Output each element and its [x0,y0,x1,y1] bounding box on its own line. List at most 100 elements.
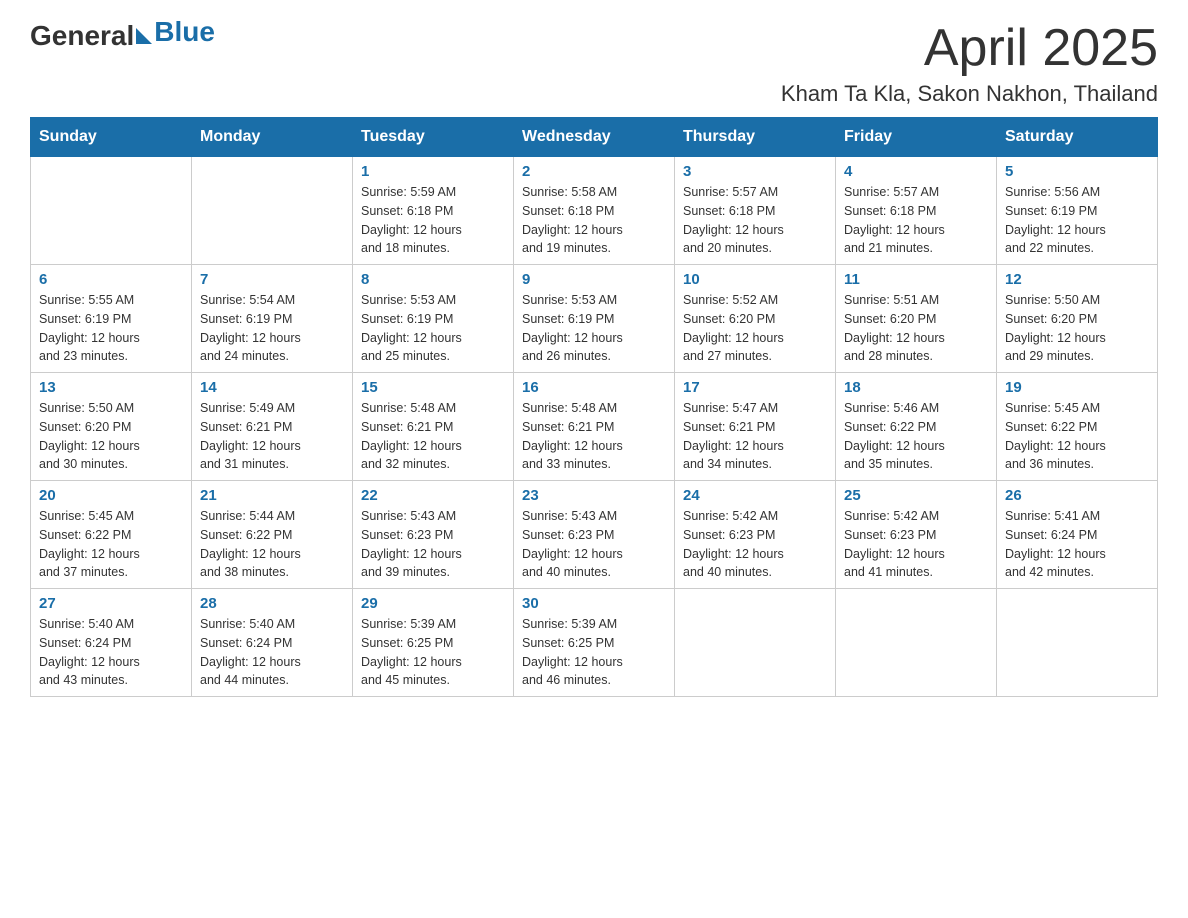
day-number: 9 [522,271,666,288]
calendar-cell: 23 Sunrise: 5:43 AM Sunset: 6:23 PM Dayli… [514,481,675,589]
day-info: Sunrise: 5:45 AM Sunset: 6:22 PM Dayligh… [1005,399,1149,474]
title-block: April 2025 Kham Ta Kla, Sakon Nakhon, Th… [781,20,1158,107]
calendar-cell [31,157,192,265]
logo-general-text: General [30,20,134,52]
calendar-cell: 12 Sunrise: 5:50 AM Sunset: 6:20 PM Dayli… [997,265,1158,373]
day-number: 16 [522,379,666,396]
day-number: 13 [39,379,183,396]
calendar-week-row: 13Sunrise: 5:50 AM Sunset: 6:20 PM Dayli… [31,373,1158,481]
day-number: 5 [1005,163,1149,180]
day-info: Sunrise: 5:43 AM Sunset: 6:23 PM Dayligh… [361,507,505,582]
day-number: 2 [522,163,666,180]
day-number: 15 [361,379,505,396]
day-info: Sunrise: 5:39 AM Sunset: 6:25 PM Dayligh… [522,615,666,690]
calendar-cell [997,589,1158,697]
calendar-cell: 20 Sunrise: 5:45 AM Sunset: 6:22 PM Dayli… [31,481,192,589]
day-number: 11 [844,271,988,288]
day-number: 6 [39,271,183,288]
calendar-cell: 2 Sunrise: 5:58 AM Sunset: 6:18 PM Daylig… [514,157,675,265]
day-number: 26 [1005,487,1149,504]
day-info: Sunrise: 5:48 AM Sunset: 6:21 PM Dayligh… [361,399,505,474]
calendar-cell: 22 Sunrise: 5:43 AM Sunset: 6:23 PM Dayli… [353,481,514,589]
weekday-header-friday: Friday [836,118,997,157]
calendar-cell: 8 Sunrise: 5:53 AM Sunset: 6:19 PM Daylig… [353,265,514,373]
logo-blue-text: Blue [154,16,215,48]
calendar-cell: 10 Sunrise: 5:52 AM Sunset: 6:20 PM Dayli… [675,265,836,373]
weekday-header-saturday: Saturday [997,118,1158,157]
day-info: Sunrise: 5:52 AM Sunset: 6:20 PM Dayligh… [683,291,827,366]
calendar-cell: 26 Sunrise: 5:41 AM Sunset: 6:24 PM Dayli… [997,481,1158,589]
day-info: Sunrise: 5:47 AM Sunset: 6:21 PM Dayligh… [683,399,827,474]
calendar-cell: 11 Sunrise: 5:51 AM Sunset: 6:20 PM Dayli… [836,265,997,373]
calendar-cell: 3 Sunrise: 5:57 AM Sunset: 6:18 PM Daylig… [675,157,836,265]
day-info: Sunrise: 5:50 AM Sunset: 6:20 PM Dayligh… [1005,291,1149,366]
calendar-cell: 6Sunrise: 5:55 AM Sunset: 6:19 PM Daylig… [31,265,192,373]
weekday-header-thursday: Thursday [675,118,836,157]
day-info: Sunrise: 5:42 AM Sunset: 6:23 PM Dayligh… [844,507,988,582]
day-number: 17 [683,379,827,396]
calendar-cell: 17 Sunrise: 5:47 AM Sunset: 6:21 PM Dayli… [675,373,836,481]
logo-triangle-icon [136,28,152,44]
calendar-cell: 14 Sunrise: 5:49 AM Sunset: 6:21 PM Dayli… [192,373,353,481]
day-number: 27 [39,595,183,612]
day-info: Sunrise: 5:42 AM Sunset: 6:23 PM Dayligh… [683,507,827,582]
day-info: Sunrise: 5:57 AM Sunset: 6:18 PM Dayligh… [683,183,827,258]
calendar-cell: 29Sunrise: 5:39 AM Sunset: 6:25 PM Dayli… [353,589,514,697]
calendar-cell: 7Sunrise: 5:54 AM Sunset: 6:19 PM Daylig… [192,265,353,373]
calendar-table: SundayMondayTuesdayWednesdayThursdayFrid… [30,117,1158,697]
calendar-week-row: 1Sunrise: 5:59 AM Sunset: 6:18 PM Daylig… [31,157,1158,265]
calendar-week-row: 6Sunrise: 5:55 AM Sunset: 6:19 PM Daylig… [31,265,1158,373]
day-info: Sunrise: 5:45 AM Sunset: 6:22 PM Dayligh… [39,507,183,582]
day-number: 25 [844,487,988,504]
calendar-cell: 27 Sunrise: 5:40 AM Sunset: 6:24 PM Dayli… [31,589,192,697]
calendar-cell: 13Sunrise: 5:50 AM Sunset: 6:20 PM Dayli… [31,373,192,481]
day-info: Sunrise: 5:49 AM Sunset: 6:21 PM Dayligh… [200,399,344,474]
calendar-cell: 16 Sunrise: 5:48 AM Sunset: 6:21 PM Dayli… [514,373,675,481]
day-number: 21 [200,487,344,504]
calendar-cell: 28Sunrise: 5:40 AM Sunset: 6:24 PM Dayli… [192,589,353,697]
day-number: 28 [200,595,344,612]
calendar-cell: 30Sunrise: 5:39 AM Sunset: 6:25 PM Dayli… [514,589,675,697]
day-info: Sunrise: 5:53 AM Sunset: 6:19 PM Dayligh… [361,291,505,366]
day-number: 22 [361,487,505,504]
location-title: Kham Ta Kla, Sakon Nakhon, Thailand [781,81,1158,107]
day-info: Sunrise: 5:57 AM Sunset: 6:18 PM Dayligh… [844,183,988,258]
day-number: 20 [39,487,183,504]
weekday-header-row: SundayMondayTuesdayWednesdayThursdayFrid… [31,118,1158,157]
calendar-cell: 15 Sunrise: 5:48 AM Sunset: 6:21 PM Dayli… [353,373,514,481]
day-number: 23 [522,487,666,504]
calendar-body: 1Sunrise: 5:59 AM Sunset: 6:18 PM Daylig… [31,157,1158,697]
day-info: Sunrise: 5:48 AM Sunset: 6:21 PM Dayligh… [522,399,666,474]
weekday-header-wednesday: Wednesday [514,118,675,157]
day-number: 14 [200,379,344,396]
day-number: 24 [683,487,827,504]
day-info: Sunrise: 5:40 AM Sunset: 6:24 PM Dayligh… [39,615,183,690]
calendar-cell: 24 Sunrise: 5:42 AM Sunset: 6:23 PM Dayli… [675,481,836,589]
weekday-header-tuesday: Tuesday [353,118,514,157]
weekday-header-sunday: Sunday [31,118,192,157]
day-number: 7 [200,271,344,288]
day-info: Sunrise: 5:51 AM Sunset: 6:20 PM Dayligh… [844,291,988,366]
day-number: 19 [1005,379,1149,396]
calendar-cell [836,589,997,697]
day-info: Sunrise: 5:59 AM Sunset: 6:18 PM Dayligh… [361,183,505,258]
day-info: Sunrise: 5:43 AM Sunset: 6:23 PM Dayligh… [522,507,666,582]
calendar-week-row: 27 Sunrise: 5:40 AM Sunset: 6:24 PM Dayli… [31,589,1158,697]
day-number: 8 [361,271,505,288]
day-number: 10 [683,271,827,288]
weekday-header-monday: Monday [192,118,353,157]
day-number: 3 [683,163,827,180]
calendar-cell: 5Sunrise: 5:56 AM Sunset: 6:19 PM Daylig… [997,157,1158,265]
calendar-cell: 25 Sunrise: 5:42 AM Sunset: 6:23 PM Dayli… [836,481,997,589]
calendar-cell [192,157,353,265]
month-title: April 2025 [781,20,1158,77]
calendar-cell: 9Sunrise: 5:53 AM Sunset: 6:19 PM Daylig… [514,265,675,373]
day-number: 18 [844,379,988,396]
day-info: Sunrise: 5:58 AM Sunset: 6:18 PM Dayligh… [522,183,666,258]
day-number: 12 [1005,271,1149,288]
calendar-cell: 4Sunrise: 5:57 AM Sunset: 6:18 PM Daylig… [836,157,997,265]
calendar-cell [675,589,836,697]
day-info: Sunrise: 5:41 AM Sunset: 6:24 PM Dayligh… [1005,507,1149,582]
calendar-week-row: 20 Sunrise: 5:45 AM Sunset: 6:22 PM Dayli… [31,481,1158,589]
page-header: General Blue April 2025 Kham Ta Kla, Sak… [30,20,1158,107]
